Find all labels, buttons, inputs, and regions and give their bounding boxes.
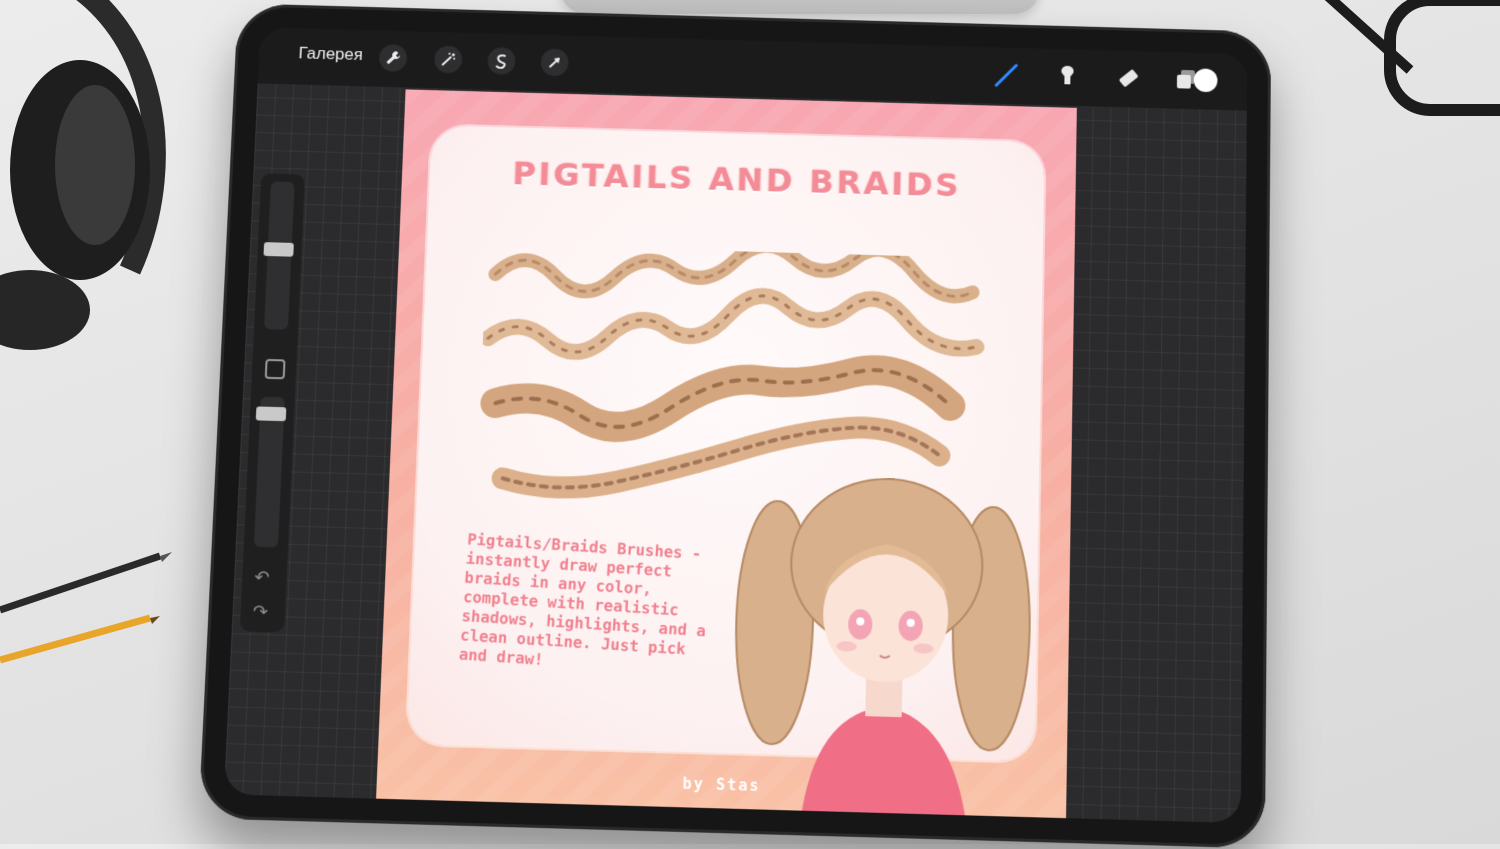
- device-stand: [560, 0, 1040, 14]
- anime-girl-illustration: [729, 470, 1040, 819]
- modifier-button[interactable]: [264, 358, 286, 380]
- eraser-icon[interactable]: [1113, 62, 1145, 94]
- color-picker-button[interactable]: [1193, 68, 1218, 93]
- selection-icon[interactable]: [487, 47, 516, 75]
- move-arrow-icon[interactable]: [540, 48, 569, 77]
- promo-card: PIGTAILS AND BRAIDS Pigtails/Braids Brus…: [406, 125, 1045, 819]
- opacity-handle[interactable]: [255, 406, 287, 422]
- artwork-description: Pigtails/Braids Brushes - instantly draw…: [458, 530, 707, 669]
- tablet-device: Галерея ↶ ↷ PIGTAILS AND BRAIDS Pigtails…: [198, 3, 1272, 849]
- pencils-image: [0, 552, 172, 664]
- brush-size-handle[interactable]: [263, 242, 294, 257]
- magic-wand-icon[interactable]: [433, 45, 463, 74]
- procreate-screen: Галерея ↶ ↷ PIGTAILS AND BRAIDS Pigtails…: [223, 27, 1248, 824]
- wrench-icon[interactable]: [378, 44, 408, 72]
- smudge-icon[interactable]: [1051, 61, 1083, 93]
- undo-icon[interactable]: ↶: [254, 567, 270, 589]
- gallery-button[interactable]: Галерея: [298, 44, 363, 65]
- glasses-image: [1324, 0, 1500, 116]
- artwork-canvas[interactable]: PIGTAILS AND BRAIDS Pigtails/Braids Brus…: [376, 89, 1077, 819]
- redo-icon[interactable]: ↷: [252, 601, 268, 623]
- headphones-image: [0, 0, 166, 350]
- brush-icon[interactable]: [990, 59, 1022, 91]
- artwork-title: PIGTAILS AND BRAIDS: [511, 154, 962, 205]
- left-sidebar: ↶ ↷: [239, 173, 305, 633]
